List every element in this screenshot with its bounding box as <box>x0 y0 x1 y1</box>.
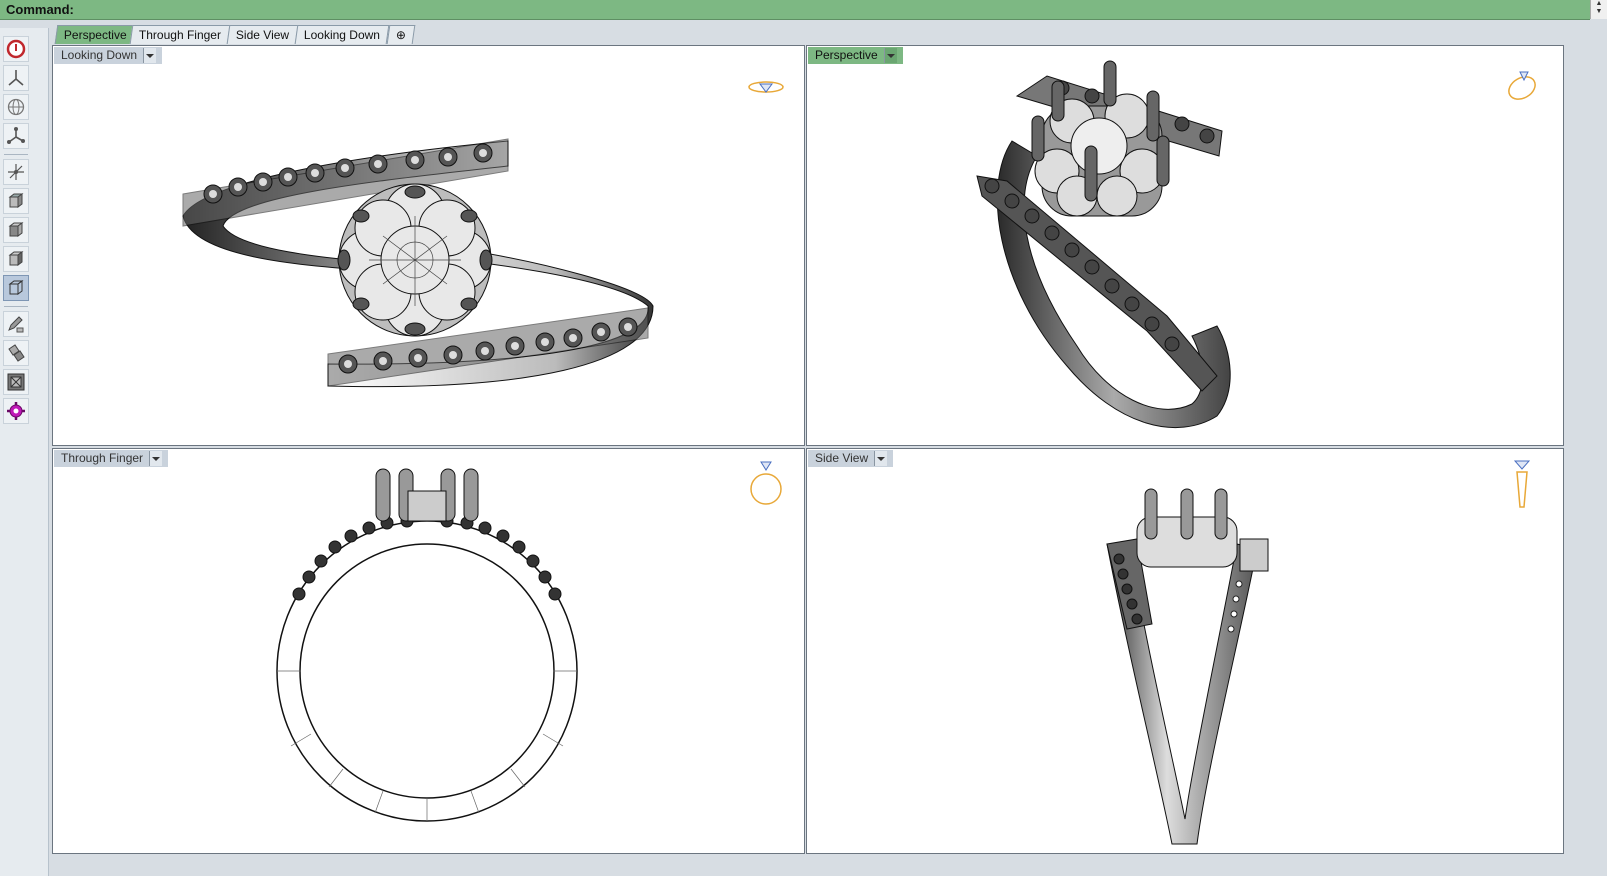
cube-view-top-button[interactable] <box>3 188 29 214</box>
tripod-button[interactable] <box>3 65 29 91</box>
zoom-extents-button[interactable] <box>3 369 29 395</box>
ring-side-view-render <box>1106 488 1269 845</box>
settings-button[interactable] <box>3 398 29 424</box>
viewport-label-perspective[interactable]: Perspective <box>808 47 903 64</box>
cube-view-front-button[interactable] <box>3 217 29 243</box>
viewport-label-side-view[interactable]: Side View <box>808 450 894 467</box>
axis-move-icon <box>8 164 24 180</box>
chevron-down-icon[interactable] <box>149 451 163 466</box>
tab-through-finger[interactable]: Through Finger <box>129 25 231 44</box>
zoom-extents-icon <box>7 373 25 391</box>
viewport-label-text: Looking Down <box>61 48 138 62</box>
stop-button[interactable] <box>3 36 29 62</box>
stop-icon <box>6 39 26 59</box>
tab-label: Perspective <box>63 28 127 42</box>
viewport-perspective[interactable]: Perspective <box>806 45 1564 446</box>
tripod-icon <box>8 70 24 86</box>
plus-icon: ⊕ <box>395 28 406 42</box>
ring-through-finger-render <box>276 468 578 822</box>
cube-view-right-button[interactable] <box>3 246 29 272</box>
tab-looking-down[interactable]: Looking Down <box>294 25 390 44</box>
move-icon <box>8 344 25 362</box>
globe-icon <box>7 98 25 116</box>
pencil-icon <box>8 316 24 333</box>
cube-view-icon <box>8 193 24 208</box>
nav-ring-perspective-icon[interactable] <box>1502 64 1542 104</box>
viewport-label-text: Perspective <box>815 48 878 62</box>
viewport-through-finger[interactable]: Through Finger <box>52 448 805 854</box>
viewport-label-through-finger[interactable]: Through Finger <box>54 450 169 467</box>
cube-view-icon <box>8 251 24 266</box>
globe-button[interactable] <box>3 94 29 120</box>
viewport-side-view[interactable]: Side View <box>806 448 1564 854</box>
chevron-down-icon[interactable] <box>143 48 157 63</box>
add-tab-button[interactable]: ⊕ <box>386 25 416 44</box>
axis-move-button[interactable] <box>3 159 29 185</box>
chevron-down-icon[interactable] <box>874 451 888 466</box>
cube-perspective-icon <box>8 280 24 295</box>
axes-button[interactable] <box>3 123 29 149</box>
cube-view-icon <box>8 222 24 237</box>
command-label: Command: <box>6 2 74 17</box>
gear-icon <box>7 402 25 420</box>
command-bar[interactable]: Command: <box>0 0 1590 20</box>
nav-ring-top-icon[interactable] <box>746 74 786 98</box>
viewport-label-text: Through Finger <box>61 451 144 465</box>
left-toolbar <box>0 28 49 876</box>
command-scroll[interactable]: ▲ ▼ <box>1590 0 1607 19</box>
nav-ring-side-icon[interactable] <box>1507 457 1537 513</box>
chevron-down-icon[interactable] <box>883 48 897 63</box>
viewport-label-looking-down[interactable]: Looking Down <box>54 47 163 64</box>
axes-icon <box>7 127 25 144</box>
ring-looking-down-render <box>182 138 654 388</box>
pencil-button[interactable] <box>3 311 29 337</box>
viewport-label-text: Side View <box>815 451 869 465</box>
nav-ring-front-icon[interactable] <box>746 459 786 509</box>
viewport-tab-strip: Perspective Through Finger Side View Loo… <box>50 21 1607 45</box>
tab-label: Looking Down <box>303 28 380 42</box>
tab-label: Through Finger <box>138 28 221 42</box>
viewport-looking-down[interactable]: Looking Down <box>52 45 805 446</box>
tab-label: Side View <box>235 28 290 42</box>
tab-perspective[interactable]: Perspective <box>54 25 137 44</box>
tab-side-view[interactable]: Side View <box>226 25 299 44</box>
cube-perspective-button[interactable] <box>3 275 29 301</box>
ring-perspective-render <box>976 60 1231 429</box>
move-button[interactable] <box>3 340 29 366</box>
